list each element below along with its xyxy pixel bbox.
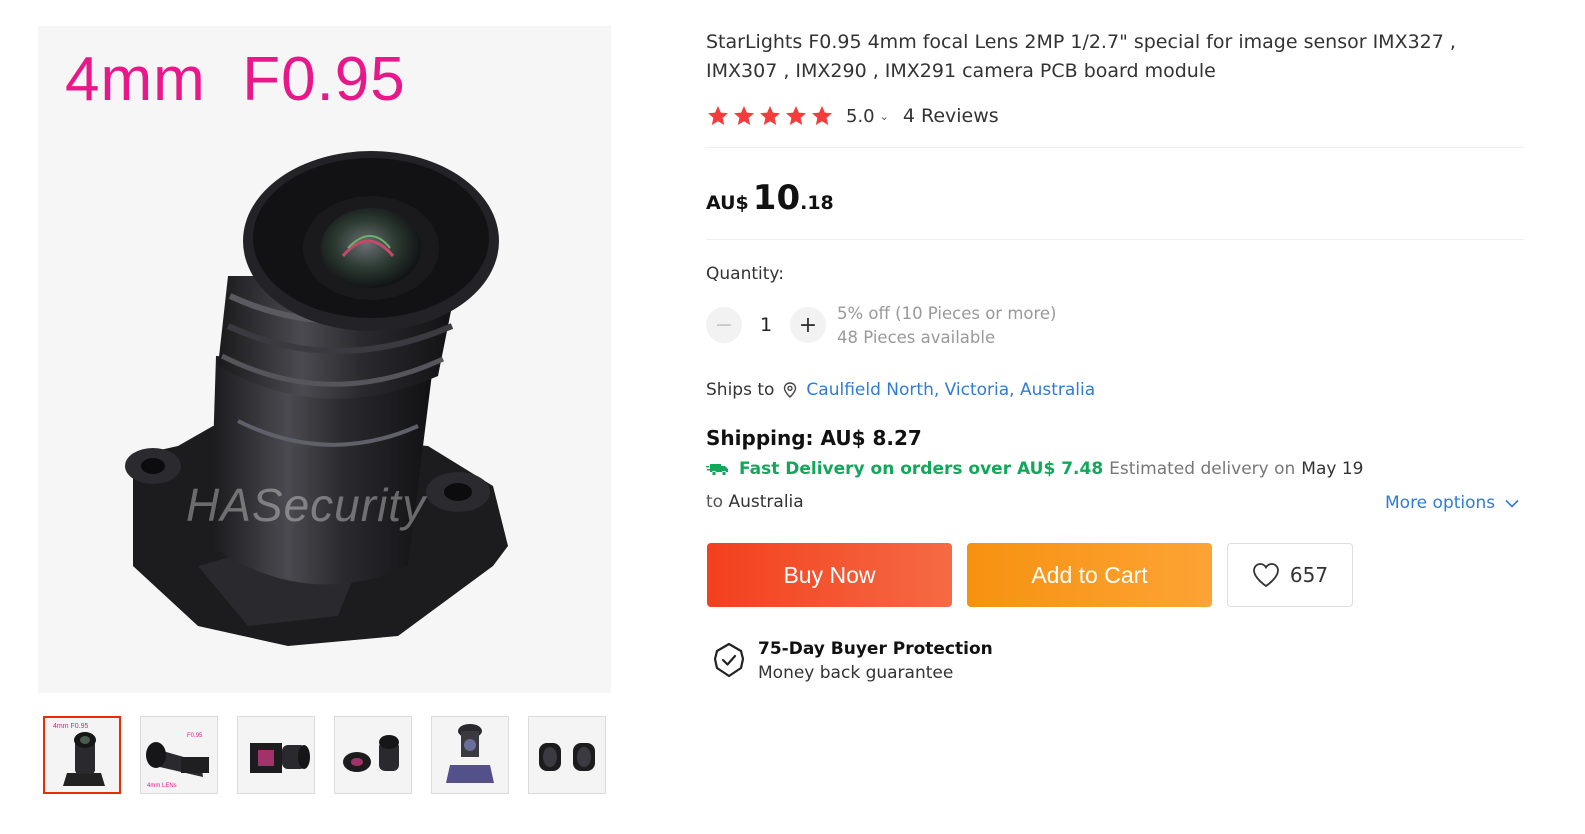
estimated-delivery-date: May 19: [1301, 459, 1364, 479]
shipping-cost: Shipping: AU$ 8.27: [706, 426, 922, 450]
divider: [706, 239, 1524, 240]
to-country: Australia: [728, 492, 804, 512]
star-icon: [708, 106, 728, 125]
lens-illustration: [125, 151, 508, 646]
ships-to-row: Ships to Caulfield North, Victoria, Aust…: [706, 380, 1095, 400]
rating-row: 5.0 ⌄ 4 Reviews: [706, 103, 999, 129]
star-icon: [760, 106, 780, 125]
location-pin-icon: [784, 382, 797, 398]
thumbnail-1[interactable]: 4mm F0.95: [43, 716, 121, 794]
price-currency: AU$: [706, 192, 749, 214]
price-integer: 10: [752, 178, 801, 218]
estimated-delivery-label: Estimated delivery on: [1109, 459, 1296, 479]
available-count: 48 Pieces available: [837, 328, 996, 347]
more-options-label[interactable]: More options: [1385, 493, 1495, 513]
wishlist-count: 657: [1289, 563, 1329, 587]
add-to-cart-button[interactable]: Add to Cart: [967, 543, 1212, 607]
thumbnail-5[interactable]: [431, 716, 509, 794]
rating-value[interactable]: 5.0: [846, 106, 875, 127]
star-rating: [706, 104, 834, 128]
quantity-decrement-button[interactable]: −: [706, 307, 742, 343]
quantity-stepper: − 1 +: [706, 307, 826, 343]
shield-check-icon: [713, 642, 745, 678]
quantity-increment-button[interactable]: +: [790, 307, 826, 343]
wishlist-button[interactable]: 657: [1227, 543, 1353, 607]
star-icon: [786, 106, 806, 125]
quantity-label: Quantity:: [706, 264, 784, 284]
ships-to-label: Ships to: [706, 380, 775, 400]
truck-icon: [706, 464, 728, 477]
thumbnail-6[interactable]: [528, 716, 606, 794]
thumb-caption: 4mm F0.95: [53, 723, 89, 730]
fast-delivery-text: Fast Delivery on orders over AU$ 7.48: [739, 459, 1104, 479]
ships-to-location-link[interactable]: Caulfield North, Victoria, Australia: [806, 380, 1095, 400]
heart-icon[interactable]: [1252, 562, 1280, 588]
chevron-down-icon[interactable]: ⌄: [880, 110, 889, 123]
quantity-info: 5% off (10 Pieces or more) 48 Pieces ava…: [837, 302, 1057, 350]
more-options-link[interactable]: More options: [1385, 493, 1519, 513]
image-caption: 4mm F0.95: [65, 45, 406, 114]
fast-delivery-row: Fast Delivery on orders over AU$ 7.48 Es…: [706, 459, 1363, 479]
main-product-image[interactable]: 4mm F0.95 HASecurity: [38, 26, 611, 693]
thumb-caption: 4mm LENs: [147, 783, 177, 789]
star-icon: [812, 106, 832, 125]
to-label: to: [706, 492, 724, 512]
price: AU$ 10 .18: [706, 178, 834, 218]
quantity-input[interactable]: 1: [742, 314, 790, 336]
thumbnail-4[interactable]: [334, 716, 412, 794]
watermark: HASecurity: [186, 479, 427, 531]
delivery-country: to Australia: [706, 492, 804, 512]
chevron-down-icon[interactable]: [1505, 499, 1519, 508]
buyer-protection: 75-Day Buyer Protection Money back guara…: [712, 637, 993, 685]
protection-title: 75-Day Buyer Protection: [758, 639, 993, 659]
protection-subtitle: Money back guarantee: [758, 663, 954, 683]
price-decimal: .18: [800, 192, 834, 214]
star-icon: [734, 106, 754, 125]
thumb-caption: F0.95: [187, 733, 203, 739]
buy-now-button[interactable]: Buy Now: [707, 543, 952, 607]
divider: [706, 147, 1524, 148]
discount-note: 5% off (10 Pieces or more): [837, 304, 1057, 323]
thumbnail-2[interactable]: F0.95 4mm LENs: [140, 716, 218, 794]
reviews-link[interactable]: 4 Reviews: [903, 105, 999, 127]
product-title: StarLights F0.95 4mm focal Lens 2MP 1/2.…: [706, 31, 1456, 82]
thumbnail-3[interactable]: [237, 716, 315, 794]
